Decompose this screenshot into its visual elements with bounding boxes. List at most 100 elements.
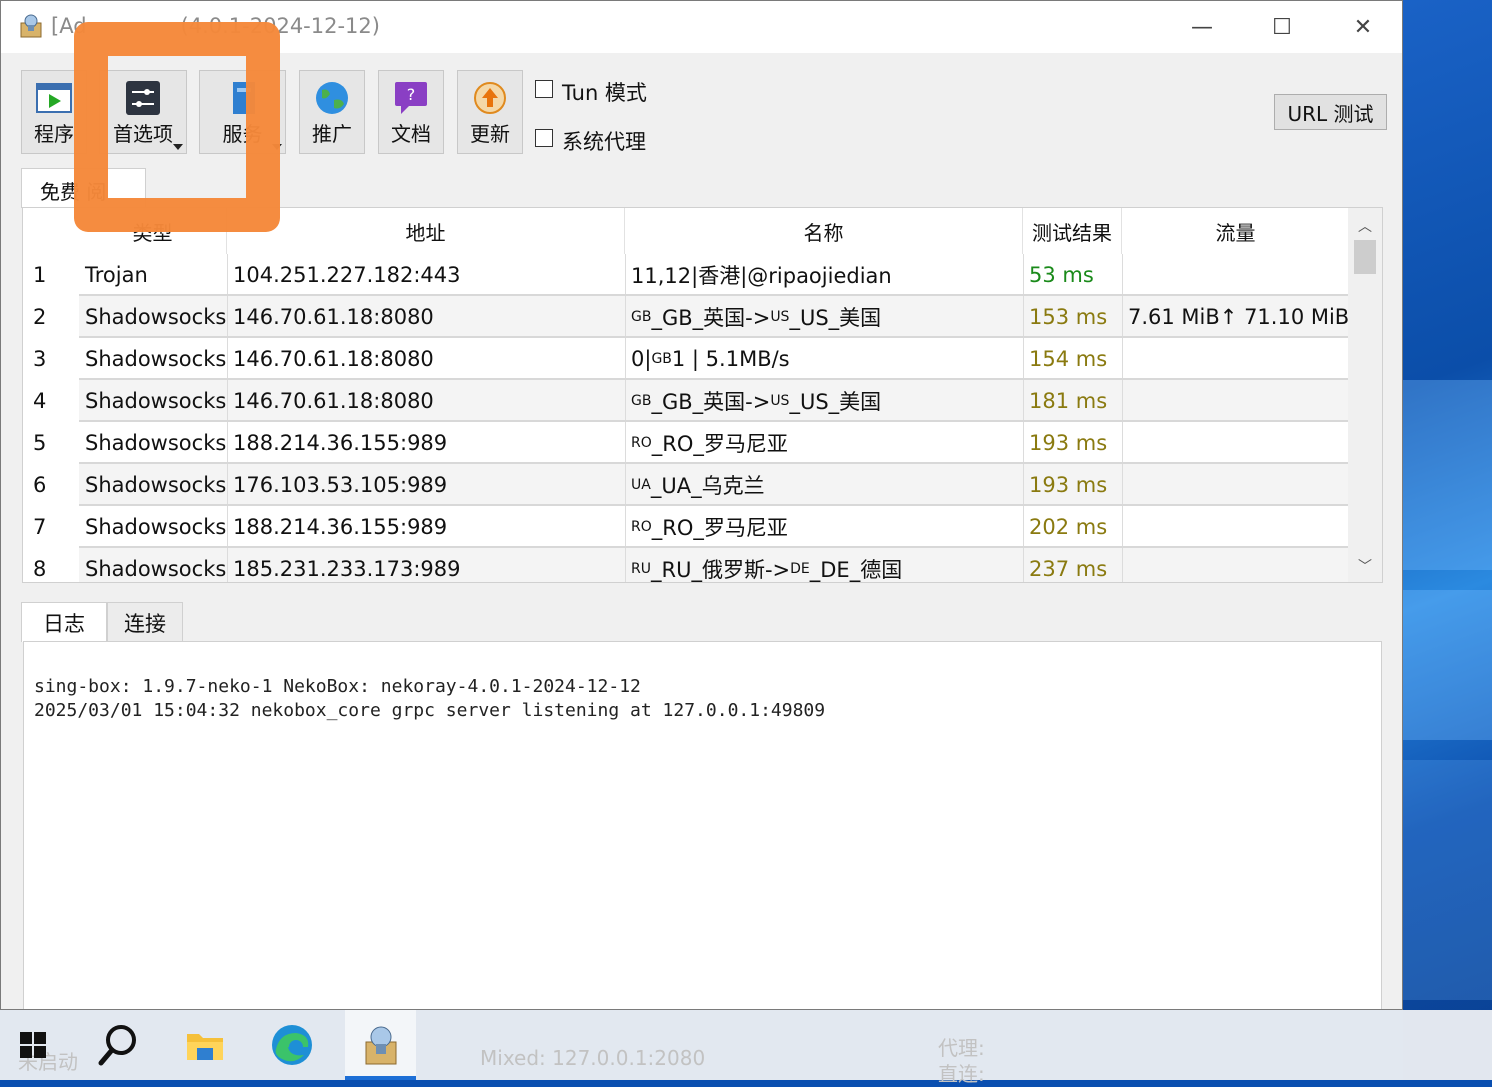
cell-address: 104.251.227.182:443 (233, 263, 461, 287)
search-icon (98, 1025, 136, 1066)
scrollbar-thumb[interactable] (1354, 240, 1376, 274)
cell-type: Shadowsocks (85, 305, 227, 329)
cell-address: 185.231.233.173:989 (233, 557, 461, 581)
toolbar-label: 文档 (391, 122, 431, 146)
table-row[interactable]: 8 Shadowsocks 185.231.233.173:989 RU _RU_俄罗斯… (23, 548, 1350, 582)
system-proxy-checkbox[interactable] (535, 129, 553, 147)
cell-index: 8 (33, 557, 47, 581)
taskbar-file-explorer[interactable] (172, 1010, 238, 1080)
cell-index: 5 (33, 431, 47, 455)
url-test-button[interactable]: URL 测试 (1274, 94, 1387, 130)
toolbar-docs-button[interactable]: ? 文档 (378, 70, 444, 154)
cell-latency: 202 ms (1029, 515, 1108, 539)
taskbar-nekobox[interactable] (345, 1010, 416, 1080)
cell-address: 176.103.53.105:989 (233, 473, 448, 497)
file-explorer-icon (187, 1034, 223, 1060)
highlight-annotation (74, 22, 280, 232)
cell-address: 146.70.61.18:8080 (233, 305, 434, 329)
status-direct: 直连: (938, 1062, 985, 1086)
globe-icon (316, 82, 348, 114)
column-header-name[interactable]: 名称 (625, 208, 1023, 254)
cell-index: 1 (33, 263, 47, 287)
cell-traffic (1122, 338, 1349, 380)
active-app-indicator (345, 1076, 416, 1080)
system-proxy-label: 系统代理 (562, 130, 646, 154)
cell-traffic: 7.61 MiB↑ 71.10 MiB↓ (1128, 305, 1349, 329)
name-text: 11,12|香港|@ripaojiedian (631, 264, 892, 288)
name-text: _US_美国 (789, 306, 882, 330)
name-text: _US_美国 (789, 390, 882, 414)
cell-latency: 193 ms (1029, 473, 1108, 497)
country-code-label: RO (631, 435, 652, 451)
table-row[interactable]: 6 Shadowsocks 176.103.53.105:989 UA _UA_乌克兰 1… (23, 464, 1350, 506)
cell-index: 3 (33, 347, 47, 371)
table-row[interactable]: 1 Trojan 104.251.227.182:443 11,12|香港|@ripa… (23, 254, 1350, 296)
cell-name: RU _RU_俄罗斯-> DE _DE_德国 (625, 548, 1023, 582)
tun-mode-label: Tun 模式 (562, 81, 647, 105)
status-mixed-port: Mixed: 127.0.0.1:2080 (480, 1046, 706, 1070)
name-text: _GB_英国-> (651, 306, 771, 330)
maximize-button[interactable]: ☐ (1242, 1, 1322, 53)
cell-latency: 193 ms (1029, 431, 1108, 455)
toolbar-promote-button[interactable]: 推广 (299, 70, 365, 154)
name-text: 1 | 5.1MB/s (671, 347, 790, 371)
tab-connections[interactable]: 连接 (107, 602, 183, 642)
status-proxy: 代理: (938, 1036, 985, 1060)
server-table: 类型 地址 名称 测试结果 流量 1 Trojan 104.251.227.182:… (22, 207, 1383, 583)
table-row[interactable]: 2 Shadowsocks 146.70.61.18:8080 GB _GB_英国-> U… (23, 296, 1350, 338)
toolbar-label: 推广 (312, 122, 352, 146)
country-code-label: UA (631, 477, 651, 493)
country-code-label: GB (651, 351, 672, 367)
close-button[interactable]: ✕ (1323, 1, 1402, 53)
minimize-button[interactable]: — (1162, 1, 1242, 53)
cell-address: 146.70.61.18:8080 (233, 389, 434, 413)
minimize-icon: — (1191, 14, 1213, 40)
start-button[interactable] (0, 1010, 66, 1080)
cell-name: GB _GB_英国-> US _US_美国 (625, 296, 1023, 338)
update-arrow-icon (474, 82, 506, 114)
column-header-test-result[interactable]: 测试结果 (1023, 208, 1122, 254)
taskbar: 未启动 Mixed: 127.0.0.1:2080 代理: 直连: (0, 1010, 1492, 1086)
vertical-scrollbar[interactable]: ︿ ﹀ (1348, 208, 1382, 582)
chevron-up-icon[interactable]: ︿ (1348, 216, 1382, 236)
cell-latency: 53 ms (1029, 263, 1094, 287)
table-row[interactable]: 5 Shadowsocks 188.214.36.155:989 RO _RO_罗马尼亚… (23, 422, 1350, 464)
table-row[interactable]: 7 Shadowsocks 188.214.36.155:989 RO _RO_罗马尼亚… (23, 506, 1350, 548)
country-code-label: DE (790, 561, 810, 577)
name-text: _RO_罗马尼亚 (651, 516, 788, 540)
cell-traffic (1122, 464, 1349, 506)
column-header-traffic[interactable]: 流量 (1122, 208, 1349, 254)
country-code-label: US (770, 309, 790, 325)
toolbar-update-button[interactable]: 更新 (457, 70, 523, 154)
country-code-label: RU (631, 561, 651, 577)
name-text: _DE_德国 (809, 558, 903, 582)
svg-text:?: ? (407, 85, 416, 104)
name-text: _RU_俄罗斯-> (650, 558, 791, 582)
taskbar-edge-browser[interactable] (259, 1010, 325, 1080)
cell-name: UA _UA_乌克兰 (625, 464, 1023, 506)
toolbar-label: 更新 (470, 122, 510, 146)
cell-type: Trojan (85, 263, 148, 287)
table-row[interactable]: 3 Shadowsocks 146.70.61.18:8080 0| GB 1 | 5.1… (23, 338, 1350, 380)
cell-type: Shadowsocks (85, 557, 227, 581)
log-line: 2025/03/01 15:04:32 nekobox_core grpc se… (34, 700, 826, 721)
cell-address: 146.70.61.18:8080 (233, 347, 434, 371)
cell-traffic (1122, 548, 1349, 582)
taskbar-search-button[interactable] (85, 1010, 149, 1080)
table-row[interactable]: 4 Shadowsocks 146.70.61.18:8080 GB _GB_英国-> U… (23, 380, 1350, 422)
cell-traffic (1122, 506, 1349, 548)
desktop-wallpaper (1403, 0, 1492, 1080)
log-panel[interactable]: sing-box: 1.9.7-neko-1 NekoBox: nekoray-… (23, 641, 1382, 1009)
country-code-label: GB (631, 309, 652, 325)
cell-address: 188.214.36.155:989 (233, 431, 448, 455)
help-chat-icon: ? (395, 82, 427, 114)
country-code-label: US (770, 393, 790, 409)
chevron-down-icon[interactable]: ﹀ (1348, 556, 1382, 576)
column-header-address[interactable]: 地址 (227, 208, 625, 254)
cell-name: GB _GB_英国-> US _US_美国 (625, 380, 1023, 422)
tun-mode-checkbox[interactable] (535, 80, 553, 98)
tab-log[interactable]: 日志 (21, 602, 107, 642)
cell-latency: 154 ms (1029, 347, 1108, 371)
play-window-icon (36, 83, 72, 113)
cell-index: 2 (33, 305, 47, 329)
